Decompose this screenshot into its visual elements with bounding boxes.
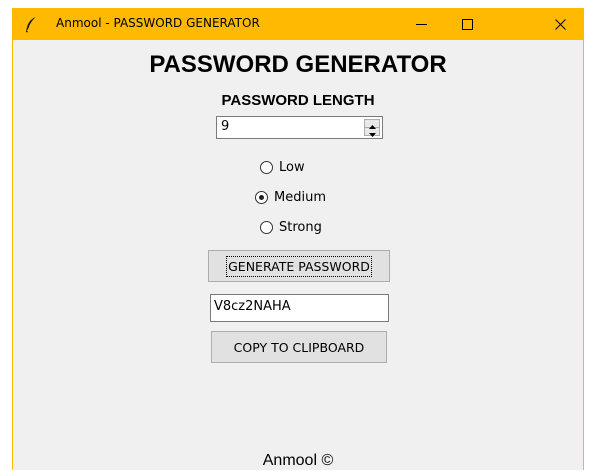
password-length-value[interactable]: 9 xyxy=(221,119,229,134)
minimize-icon xyxy=(415,15,427,34)
password-length-spinbox[interactable]: 9 xyxy=(216,116,383,139)
radio-low[interactable]: Low xyxy=(260,157,305,177)
caret-down-icon xyxy=(368,122,376,141)
radio-label-strong: Strong xyxy=(279,219,322,235)
password-length-label: PASSWORD LENGTH xyxy=(221,92,375,109)
maximize-icon xyxy=(461,15,473,34)
radio-strong[interactable]: Strong xyxy=(260,217,322,237)
minimize-button[interactable] xyxy=(398,9,444,40)
footer-credit: Anmool © xyxy=(262,452,334,469)
generate-password-button[interactable]: GENERATE PASSWORD xyxy=(208,250,390,282)
maximize-button[interactable] xyxy=(444,9,490,40)
radio-medium[interactable]: Medium xyxy=(255,187,326,207)
radio-label-medium: Medium xyxy=(274,189,326,205)
radio-button-icon[interactable] xyxy=(260,220,273,234)
feather-icon xyxy=(24,16,38,34)
radio-button-icon[interactable] xyxy=(260,160,273,174)
close-button[interactable] xyxy=(537,9,583,40)
app-content: PASSWORD GENERATOR PASSWORD LENGTH 9 Low xyxy=(13,40,583,471)
radio-button-selected-icon[interactable] xyxy=(255,190,268,204)
spin-arrows xyxy=(364,119,380,137)
copy-to-clipboard-button[interactable]: COPY TO CLIPBOARD xyxy=(211,331,387,363)
radio-label-low: Low xyxy=(279,159,305,175)
window-title: Anmool - PASSWORD GENERATOR xyxy=(56,16,260,30)
app-window: Anmool - PASSWORD GENERATOR PASSWORD GEN… xyxy=(12,8,584,470)
password-output-field[interactable]: V8cz2NAHA xyxy=(210,294,389,322)
spin-down-button[interactable] xyxy=(365,128,379,137)
close-icon xyxy=(554,15,566,34)
generate-password-label: GENERATE PASSWORD xyxy=(226,255,372,277)
page-title: PASSWORD GENERATOR xyxy=(149,51,447,78)
title-bar[interactable]: Anmool - PASSWORD GENERATOR xyxy=(13,9,583,40)
